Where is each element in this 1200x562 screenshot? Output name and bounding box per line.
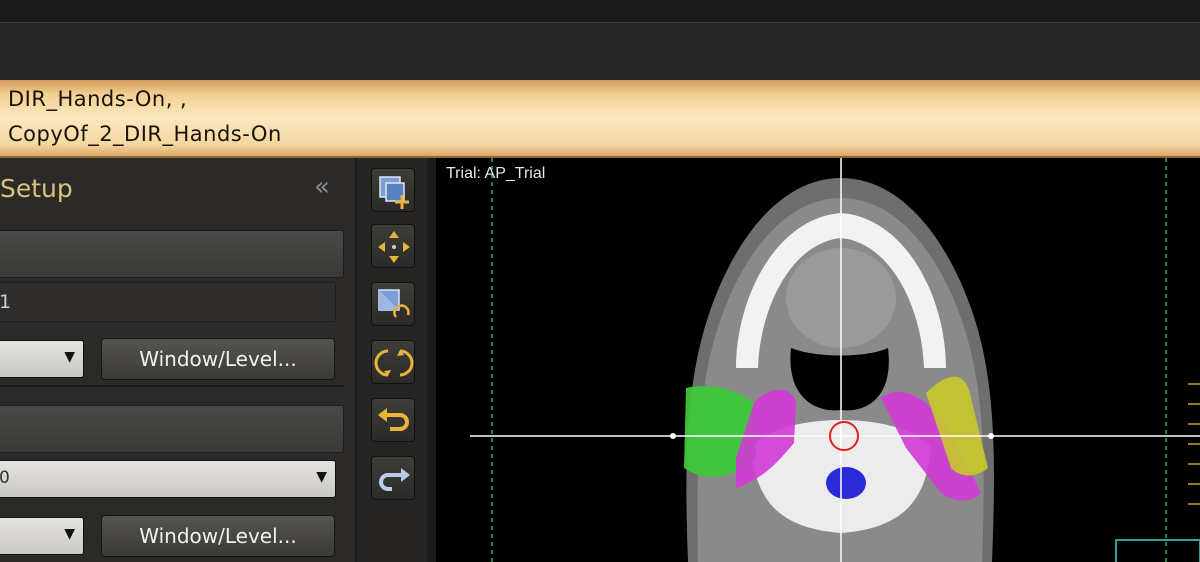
plan-name: CopyOf_2_DIR_Hands-On bbox=[8, 122, 282, 146]
divider bbox=[0, 385, 345, 387]
spinal-cord-structure bbox=[826, 467, 866, 499]
add-window-button[interactable] bbox=[371, 168, 415, 212]
undo-icon bbox=[378, 408, 409, 431]
orientation-box bbox=[1115, 539, 1200, 562]
section-header-1[interactable] bbox=[0, 230, 344, 278]
dropdown-arrow-icon: ▼ bbox=[64, 349, 75, 365]
rotate-window-icon bbox=[378, 289, 410, 318]
dataset-select-3[interactable]: ▼ bbox=[0, 517, 84, 555]
redo-icon bbox=[379, 468, 410, 491]
patient-name: DIR_Hands-On, , bbox=[8, 87, 188, 111]
title-bar bbox=[0, 0, 1200, 22]
redo-button[interactable] bbox=[371, 456, 415, 500]
dataset-select-2[interactable]: 0 ▼ bbox=[0, 460, 336, 498]
ct-axial-slice bbox=[470, 158, 1200, 562]
pan-button[interactable] bbox=[371, 224, 415, 268]
collapse-panel-icon[interactable]: « bbox=[314, 172, 330, 202]
panel-title: Setup bbox=[0, 174, 73, 203]
pan-arrows-icon bbox=[378, 231, 410, 263]
patient-banner: DIR_Hands-On, , CopyOf_2_DIR_Hands-On bbox=[0, 80, 1200, 158]
trial-label: Trial: AP_Trial bbox=[446, 165, 546, 182]
rotate-window-button[interactable] bbox=[371, 282, 415, 326]
undo-button[interactable] bbox=[371, 398, 415, 442]
dataset-field[interactable]: 1 bbox=[0, 282, 336, 322]
refresh-icon bbox=[374, 349, 414, 377]
ct-image-viewer[interactable]: Trial: AP_Trial bbox=[436, 158, 1200, 562]
add-window-icon bbox=[379, 176, 409, 209]
select-2-value: 0 bbox=[0, 468, 10, 488]
menu-bar bbox=[0, 22, 1200, 81]
tool-strip bbox=[357, 158, 427, 562]
ruler-ticks bbox=[1188, 383, 1200, 505]
section-header-2[interactable] bbox=[0, 405, 344, 453]
dropdown-arrow-icon: ▼ bbox=[316, 469, 327, 485]
dropdown-arrow-icon: ▼ bbox=[64, 526, 75, 542]
refresh-button[interactable] bbox=[371, 340, 415, 384]
window-level-button-2[interactable]: Window/Level... bbox=[101, 515, 335, 557]
setup-panel: Setup « 1 ▼ Window/Level... 0 ▼ ▼ Window… bbox=[0, 158, 355, 562]
window-level-button-1[interactable]: Window/Level... bbox=[101, 338, 335, 380]
dataset-select-1[interactable]: ▼ bbox=[0, 340, 84, 378]
